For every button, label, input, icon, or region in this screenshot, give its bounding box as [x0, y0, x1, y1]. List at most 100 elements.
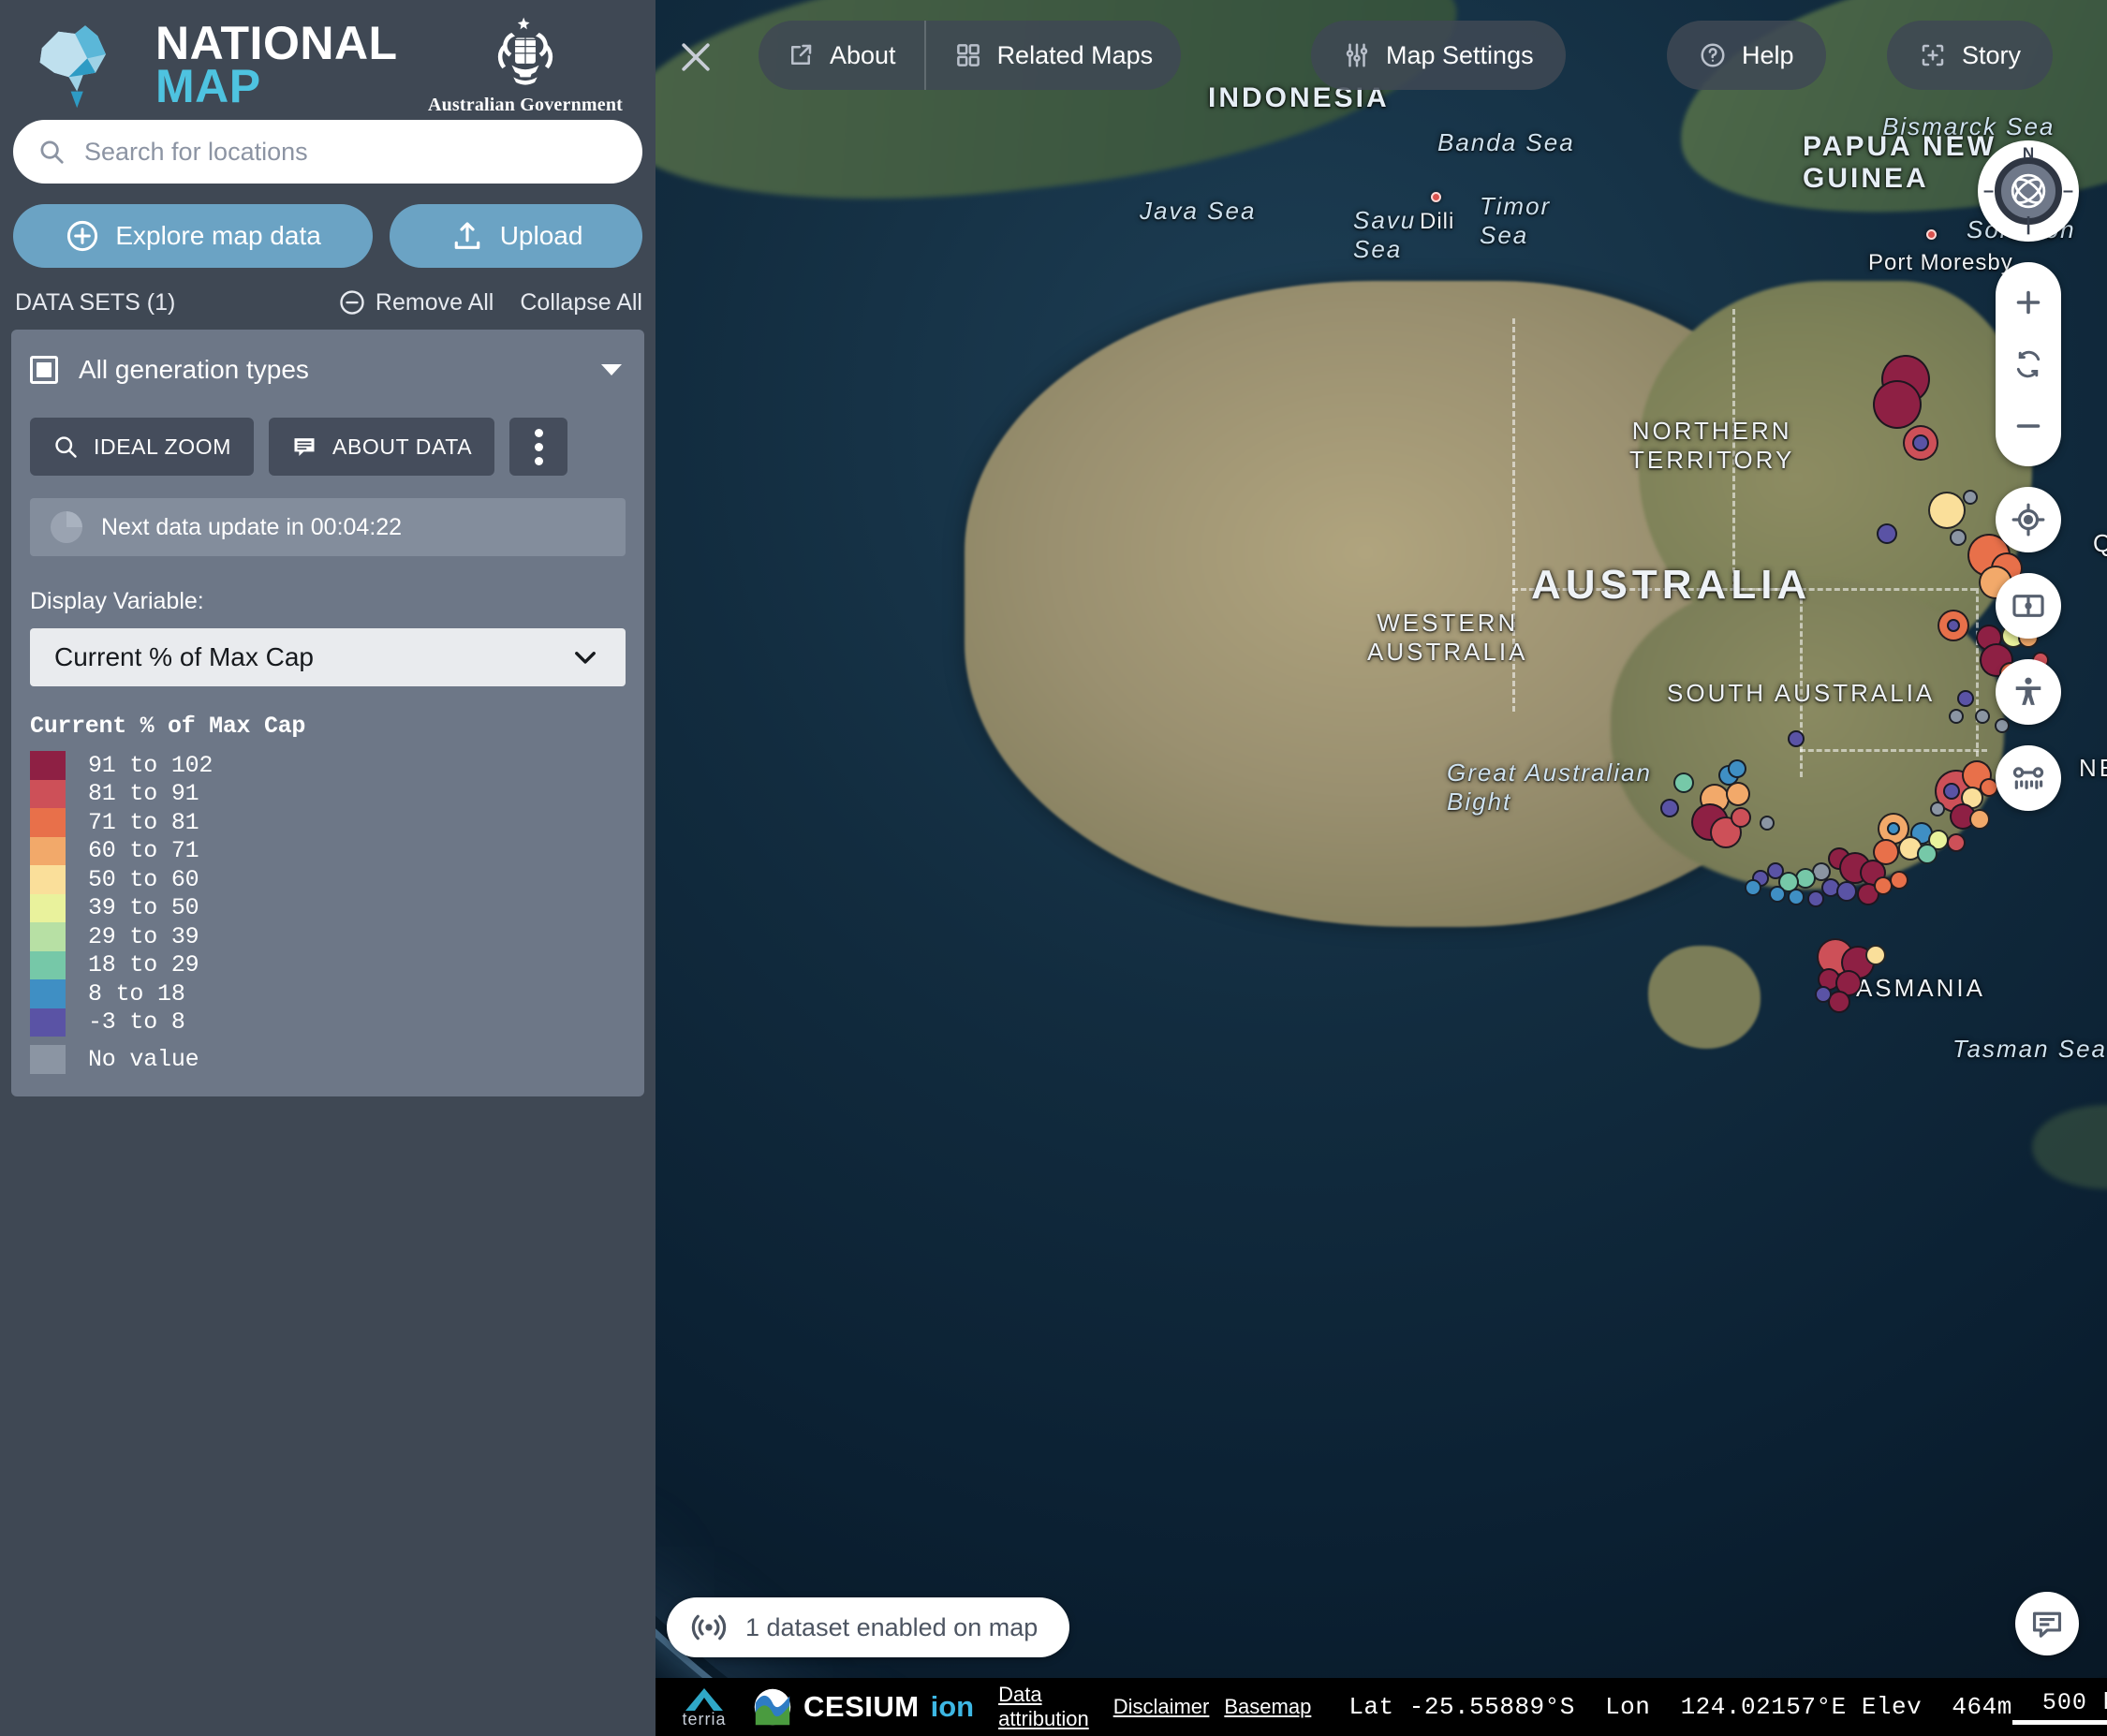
map-data-point[interactable] [1728, 759, 1746, 778]
zoom-reset-button[interactable] [1996, 333, 2061, 395]
about-button[interactable]: About [759, 21, 924, 90]
upload-label: Upload [499, 221, 583, 250]
legend-color-swatch [30, 779, 66, 808]
legend-label: 60 to 71 [88, 837, 199, 865]
accessibility-icon [2015, 677, 2041, 705]
map-data-point[interactable] [1731, 807, 1751, 828]
map-data-point[interactable] [1767, 862, 1784, 879]
pie-timer-icon [51, 511, 82, 543]
map-data-point[interactable] [1943, 783, 1960, 800]
map-data-point[interactable] [1660, 799, 1679, 817]
map-data-point[interactable] [1912, 434, 1929, 451]
ideal-zoom-button[interactable]: IDEAL ZOOM [30, 418, 254, 476]
zoom-control-stack [1996, 262, 2061, 466]
map-settings-button[interactable]: Map Settings [1311, 21, 1566, 90]
search-input[interactable] [84, 137, 618, 167]
map-data-point[interactable] [1865, 945, 1886, 965]
map-data-point[interactable] [1887, 822, 1900, 835]
map-data-point[interactable] [1917, 844, 1938, 864]
map-data-point[interactable] [1963, 490, 1978, 505]
map-data-point[interactable] [1673, 772, 1694, 793]
accessibility-button[interactable] [1996, 659, 2061, 725]
locate-me-button[interactable] [1996, 487, 2061, 552]
chevron-down-icon[interactable] [601, 364, 622, 375]
map-data-point[interactable] [1877, 523, 1897, 544]
compass-control[interactable]: N | – – [1978, 140, 2079, 242]
dataset-visibility-checkbox[interactable] [30, 356, 58, 384]
brand-line-1: NATIONAL [155, 17, 398, 69]
map-top-toolbar: About Related Maps Map Settings Help Sto… [656, 0, 2107, 114]
map-data-point[interactable] [1788, 730, 1805, 747]
help-button[interactable]: Help [1667, 21, 1826, 90]
map-data-point[interactable] [1836, 881, 1857, 902]
about-data-button[interactable]: ABOUT DATA [269, 418, 495, 476]
map-data-point[interactable] [1949, 709, 1964, 724]
measure-tool-button[interactable] [1996, 745, 2061, 811]
close-panel-button[interactable] [665, 26, 727, 88]
plus-icon [2016, 290, 2041, 315]
map-data-point[interactable] [1950, 529, 1967, 546]
map-data-point[interactable] [1873, 380, 1922, 429]
basemap-link[interactable]: Basemap [1224, 1695, 1311, 1719]
map-data-point[interactable] [1745, 879, 1761, 896]
map-data-point[interactable] [1930, 802, 1945, 817]
comment-icon [294, 438, 315, 457]
status-bar: terria CESIUM ion Data attribution Discl… [656, 1678, 2107, 1736]
legend-row: No value [30, 1045, 626, 1074]
legend-row: 18 to 29 [30, 950, 626, 979]
map-canvas[interactable]: AUSTRALIANORTHERN TERRITORYQUEENSLANDWES… [656, 0, 2107, 1736]
search-box[interactable] [13, 120, 642, 184]
next-update-banner: Next data update in 00:04:22 [30, 498, 626, 556]
map-data-point[interactable] [1969, 809, 1990, 830]
legend-row: 91 to 102 [30, 751, 626, 780]
map-data-point[interactable] [1726, 782, 1750, 806]
map-settings-label: Map Settings [1386, 40, 1534, 69]
legend-color-swatch [30, 922, 66, 951]
panel-action-buttons: Explore map data Upload [0, 184, 656, 268]
split-screen-icon [2012, 595, 2044, 617]
map-data-point[interactable] [1890, 871, 1908, 890]
external-link-icon [791, 44, 812, 65]
datasets-header: DATA SETS (1) Remove All Collapse All [0, 268, 656, 330]
datasets-enabled-badge[interactable]: 1 dataset enabled on map [667, 1597, 1070, 1657]
story-button[interactable]: Story [1887, 21, 2054, 90]
question-circle-icon [1701, 43, 1725, 67]
terria-logo[interactable]: terria [680, 1685, 729, 1729]
related-maps-button[interactable]: Related Maps [923, 21, 1182, 90]
upload-button[interactable]: Upload [390, 204, 643, 268]
measure-tool-icon [2012, 767, 2044, 789]
map-data-point[interactable] [1947, 619, 1960, 632]
border-wa-nt [1512, 318, 1515, 712]
map-data-point[interactable] [1957, 690, 1974, 707]
disclaimer-link[interactable]: Disclaimer [1113, 1695, 1210, 1719]
cesium-ion-logo[interactable]: CESIUM ion [753, 1687, 974, 1727]
feedback-button[interactable] [2015, 1592, 2079, 1655]
map-data-point[interactable] [1769, 886, 1786, 903]
map-data-point[interactable] [1788, 889, 1805, 905]
dataset-card: All generation types IDEAL ZOOM ABOUT DA… [11, 330, 644, 1096]
scale-bar: 500 km [2011, 1689, 2107, 1725]
display-variable-select[interactable]: Current % of Max Cap [30, 628, 626, 686]
legend-color-swatch [30, 751, 66, 780]
minus-icon [2016, 424, 2041, 428]
cesium-logo-icon [754, 1688, 791, 1726]
chevron-down-icon [575, 652, 596, 664]
data-attribution-link[interactable]: Data attribution [998, 1683, 1089, 1731]
map-data-point[interactable] [1947, 833, 1966, 852]
map-data-point[interactable] [1760, 816, 1775, 831]
explore-map-data-button[interactable]: Explore map data [13, 204, 374, 268]
australian-government-brand: Australian Government [418, 14, 633, 116]
map-data-point[interactable] [1928, 492, 1966, 529]
remove-all-button[interactable]: Remove All [338, 288, 494, 316]
map-city-marker [1926, 229, 1937, 240]
collapse-all-button[interactable]: Collapse All [520, 289, 642, 316]
split-screen-button[interactable] [1996, 573, 2061, 639]
zoom-in-button[interactable] [1996, 272, 2061, 333]
zoom-out-button[interactable] [1996, 395, 2061, 457]
brand-line-2: MAP [155, 60, 261, 112]
grid-icon [956, 44, 980, 66]
map-data-point[interactable] [1807, 890, 1824, 907]
brand-wordmark: NATIONAL MAP [155, 17, 398, 112]
dataset-options-button[interactable] [509, 418, 568, 476]
map-data-point[interactable] [1815, 986, 1832, 1003]
